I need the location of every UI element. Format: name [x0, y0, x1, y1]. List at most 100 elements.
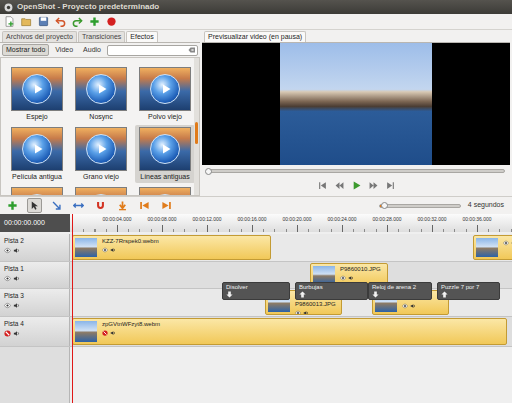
filter-button[interactable]: Video: [51, 44, 77, 56]
zoom-label: 4 segundos: [468, 201, 507, 209]
seek-slider-handle[interactable]: [205, 168, 212, 175]
speaker-icon[interactable]: [348, 275, 354, 281]
zoom-slider[interactable]: [379, 204, 461, 208]
speaker-icon[interactable]: [303, 310, 309, 315]
scrollbar[interactable]: [194, 58, 199, 195]
undo-icon[interactable]: [55, 16, 66, 27]
hidden-icon[interactable]: [4, 330, 11, 337]
effect-item[interactable]: Líneas antiguas: [135, 125, 194, 183]
speaker-icon[interactable]: [13, 330, 20, 337]
timeline-tool-button[interactable]: [115, 198, 130, 213]
timeline-tool-button[interactable]: [93, 198, 108, 213]
effect-item[interactable]: Nosync: [71, 65, 131, 123]
fast-forward-icon[interactable]: [369, 181, 378, 190]
track-row: Pista 4zpGVtnWFzyt8.webm: [0, 317, 512, 347]
speaker-icon[interactable]: [13, 275, 20, 282]
jump-end-icon[interactable]: [386, 181, 395, 190]
jump-start-icon[interactable]: [318, 181, 327, 190]
add-marker-icon: [117, 200, 128, 211]
previous-marker-icon: [139, 200, 150, 211]
eye-icon[interactable]: [4, 247, 11, 254]
speaker-icon[interactable]: [110, 330, 116, 336]
arrow-down-icon[interactable]: [226, 291, 233, 298]
track-header[interactable]: Pista 4: [0, 317, 70, 346]
clip-controls: [340, 275, 381, 281]
eye-icon[interactable]: [503, 240, 509, 246]
transition-block[interactable]: Burbujas: [295, 282, 368, 300]
scrollbar-thumb[interactable]: [195, 122, 198, 144]
save-icon[interactable]: [38, 16, 49, 27]
play-icon: [32, 83, 44, 95]
eye-icon[interactable]: [102, 247, 108, 253]
ruler-label: 00:00:16.000: [237, 216, 266, 222]
effect-label: Película antigua: [12, 172, 62, 181]
track-header[interactable]: Pista 2: [0, 234, 70, 261]
timeline-clip[interactable]: [473, 235, 512, 260]
speaker-icon[interactable]: [110, 247, 116, 253]
playhead[interactable]: [72, 214, 73, 403]
timeline-empty-area: [0, 347, 512, 403]
speaker-icon[interactable]: [511, 240, 512, 246]
effect-item-partial[interactable]: [135, 185, 194, 195]
speaker-icon[interactable]: [410, 303, 416, 309]
eye-icon[interactable]: [4, 302, 11, 309]
arrow-down-icon[interactable]: [372, 291, 379, 298]
play-icon: [160, 83, 172, 95]
arrow-up-icon[interactable]: [299, 291, 306, 298]
effect-label: Líneas antiguas: [140, 172, 189, 181]
transition-block[interactable]: Puzzle 7 por 7: [437, 282, 500, 300]
effect-item[interactable]: Grano viejo: [71, 125, 131, 183]
effect-item-partial[interactable]: [7, 185, 67, 195]
effect-label: Nosync: [89, 112, 112, 121]
redo-icon[interactable]: [72, 16, 83, 27]
transition-block[interactable]: Disolver: [222, 282, 290, 300]
hidden-icon[interactable]: [102, 330, 108, 336]
effect-item[interactable]: Película antigua: [7, 125, 67, 183]
speaker-icon[interactable]: [13, 247, 20, 254]
zoom-slider-handle[interactable]: [381, 202, 388, 209]
track-header[interactable]: Pista 3: [0, 289, 70, 316]
timeline-tool-button[interactable]: [49, 198, 64, 213]
eye-icon[interactable]: [402, 303, 408, 309]
ruler-scale[interactable]: 00:00:04.00000:00:08.00000:00:12.00000:0…: [70, 214, 512, 232]
preview-tab[interactable]: Previsualizar video (en pausa): [204, 31, 306, 42]
effect-item-partial[interactable]: [71, 185, 131, 195]
new-project-icon[interactable]: [4, 16, 15, 27]
seek-slider[interactable]: [207, 169, 505, 173]
record-icon[interactable]: [106, 16, 117, 27]
eye-icon[interactable]: [295, 310, 301, 315]
timeline-tool-button[interactable]: [159, 198, 174, 213]
play-icon[interactable]: [352, 181, 361, 190]
clear-search-icon[interactable]: [188, 46, 196, 54]
timeline-clip[interactable]: KZZ-7Rrspek0.webm: [72, 235, 271, 260]
timeline-clip[interactable]: zpGVtnWFzyt8.webm: [72, 318, 507, 345]
arrow-up-icon[interactable]: [441, 291, 448, 298]
zoom-control: [379, 204, 461, 208]
preview-tab-bar: Previsualizar video (en pausa): [202, 31, 510, 43]
timeline-tool-button[interactable]: [137, 198, 152, 213]
search-field[interactable]: [108, 46, 188, 55]
filter-button[interactable]: Audio: [79, 44, 105, 56]
panel-tab[interactable]: Transiciones: [78, 31, 125, 42]
timeline-tool-button[interactable]: [27, 198, 42, 213]
track-header[interactable]: Pista 1: [0, 262, 70, 288]
panel-tab[interactable]: Archivos del proyecto: [2, 31, 77, 42]
timeline-tool-button[interactable]: [5, 198, 20, 213]
transition-block[interactable]: Reloj de arena 2: [368, 282, 432, 300]
timeline-tool-button[interactable]: [71, 198, 86, 213]
rewind-icon[interactable]: [335, 181, 344, 190]
filter-button[interactable]: Mostrar todo: [2, 44, 49, 56]
add-files-icon[interactable]: [89, 16, 100, 27]
effect-thumbnail: [75, 67, 127, 111]
clip-controls: [402, 303, 416, 309]
eye-icon[interactable]: [4, 275, 11, 282]
effect-item[interactable]: Polvo viejo: [135, 65, 194, 123]
eye-icon[interactable]: [340, 275, 346, 281]
play-badge: [150, 194, 180, 195]
open-folder-icon[interactable]: [21, 16, 32, 27]
panel-tab[interactable]: Efectos: [126, 31, 157, 42]
ruler-tick: [252, 225, 253, 232]
effect-item[interactable]: Espejo: [7, 65, 67, 123]
speaker-icon[interactable]: [13, 302, 20, 309]
play-icon: [32, 143, 44, 155]
